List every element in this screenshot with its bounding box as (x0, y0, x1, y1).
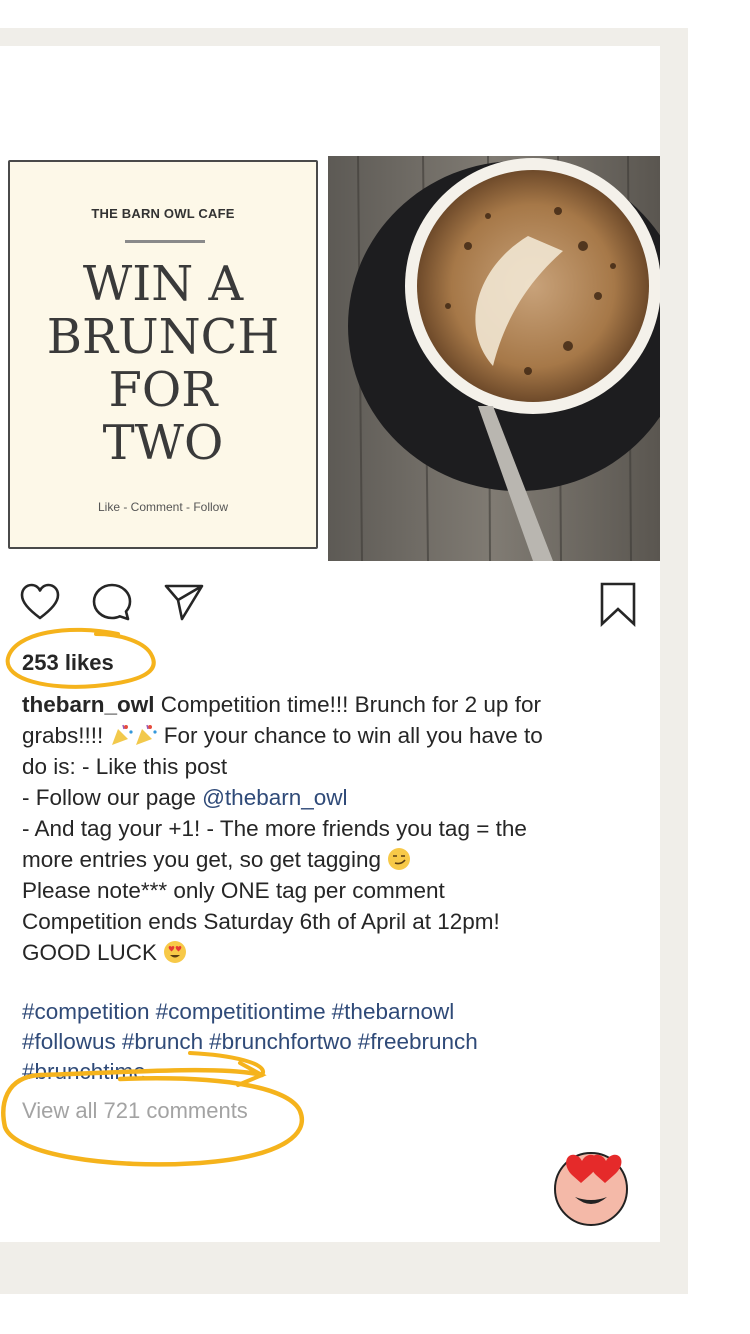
caption-text: For your chance to win all you have to (157, 723, 543, 748)
caption-line: more entries you get, so get tagging (22, 844, 652, 875)
caption-line: Competition ends Saturday 6th of April a… (22, 909, 500, 934)
like-button[interactable] (18, 580, 62, 628)
promo-headline-line: BRUNCH (46, 309, 280, 365)
mention-link[interactable]: @thebarn_owl (202, 785, 347, 810)
hashtag-link[interactable]: #brunchtime (22, 1059, 146, 1084)
caption-line: - Follow our page @thebarn_owl (22, 782, 652, 813)
hashtag-link[interactable]: #freebrunch (358, 1029, 478, 1054)
promo-cafe-name: THE BARN OWL CAFE (91, 206, 235, 221)
paper-plane-icon (164, 584, 204, 621)
hashtag-line: #followus #brunch #brunchfortwo #freebrunch (22, 1027, 652, 1057)
party-popper-icon (111, 724, 133, 745)
hashtag-link[interactable]: #brunch (122, 1029, 203, 1054)
hashtag-line: #competition #competitiontime #thebarnowl (22, 997, 652, 1027)
promo-graphic: THE BARN OWL CAFE WIN A BRUNCH FOR TWO L… (0, 156, 322, 561)
hashtag-link[interactable]: #followus (22, 1029, 116, 1054)
promo-headline-line: FOR (108, 362, 218, 418)
caption-line: GOOD LUCK (22, 937, 652, 968)
caption-line: - And tag your +1! - The more friends yo… (22, 816, 527, 841)
caption-text: more entries you get, so get tagging (22, 847, 388, 872)
hashtag-link[interactable]: #competitiontime (156, 999, 326, 1024)
likes-count[interactable]: 253 likes (22, 650, 114, 676)
caption-text: GOOD LUCK (22, 940, 164, 965)
hashtags: #competition #competitiontime #thebarnowl … (22, 997, 652, 1087)
promo-cta: Like - Comment - Follow (97, 500, 229, 514)
comment-button[interactable] (90, 580, 134, 628)
bookmark-icon (600, 582, 636, 628)
caption-text: grabs!!!! (22, 723, 110, 748)
caption-username[interactable]: thebarn_owl (22, 692, 155, 717)
party-popper-icon (135, 724, 157, 745)
promo-headline-line: TWO (102, 415, 224, 471)
post-caption: thebarn_owl Competition time!!! Brunch f… (22, 689, 652, 968)
caption-text: - Follow our page (22, 785, 203, 810)
heart-icon (20, 583, 60, 620)
view-all-comments-link[interactable]: View all 721 comments (22, 1098, 248, 1124)
hashtag-link[interactable]: #thebarnowl (332, 999, 455, 1024)
promo-headline-line: WIN A (82, 256, 244, 312)
caption-text: Competition time!!! Brunch for 2 up for (154, 692, 541, 717)
action-bar (0, 580, 660, 630)
hashtag-link[interactable]: #competition (22, 999, 150, 1024)
caption-line: Please note*** only ONE tag per comment (22, 878, 445, 903)
share-button[interactable] (162, 580, 206, 628)
heart-eyes-emoji-icon (164, 941, 187, 963)
caption-line: thebarn_owl Competition time!!! Brunch f… (22, 689, 652, 720)
caption-line: grabs!!!! For your chance to win all you… (22, 720, 652, 751)
coffee-cup-illustration (328, 156, 660, 561)
promo-divider (125, 240, 205, 243)
hashtag-link[interactable]: #brunchfortwo (209, 1029, 352, 1054)
promo-poster: THE BARN OWL CAFE WIN A BRUNCH FOR TWO L… (8, 160, 318, 549)
comment-bubble-icon (92, 583, 132, 621)
post-image[interactable]: THE BARN OWL CAFE WIN A BRUNCH FOR TWO L… (0, 156, 660, 561)
smirk-emoji-icon (388, 848, 411, 870)
caption-line: do is: - Like this post (22, 754, 228, 779)
save-button[interactable] (596, 580, 640, 628)
coffee-photo (328, 156, 660, 561)
hashtag-line: #brunchtime (22, 1057, 652, 1087)
promo-headline: WIN A BRUNCH FOR TWO (10, 258, 316, 470)
